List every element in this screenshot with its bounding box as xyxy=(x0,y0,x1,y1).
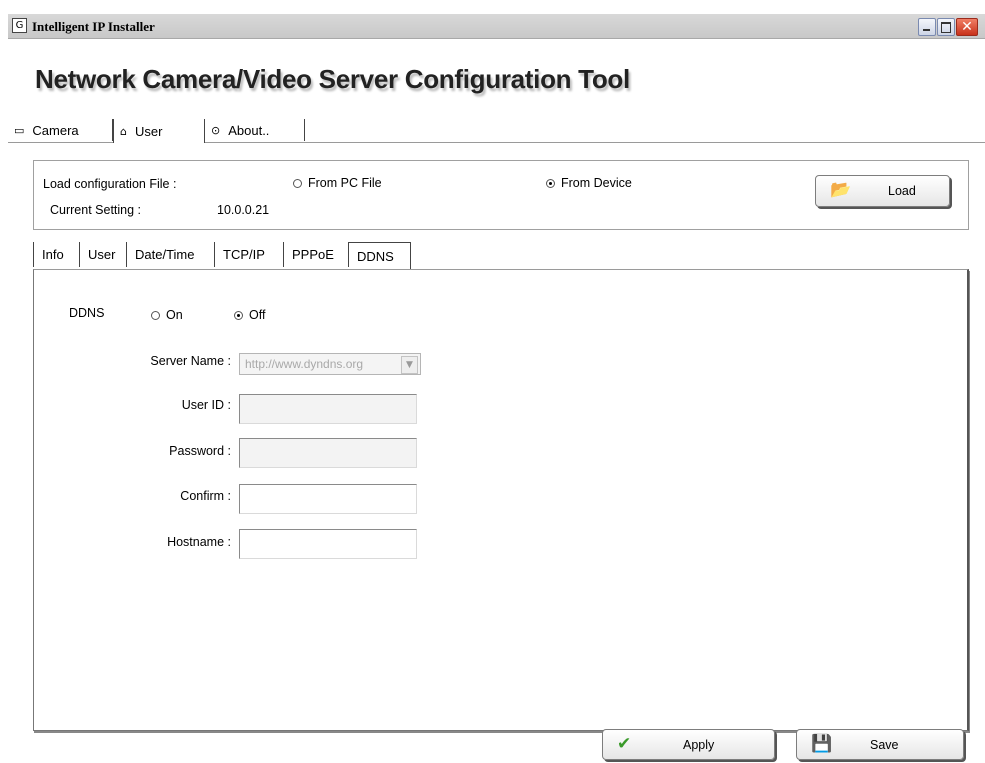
current-setting-label: Current Setting : xyxy=(50,203,142,217)
radio-indicator xyxy=(234,310,243,320)
user-id-field[interactable] xyxy=(239,394,417,424)
current-setting-value: 10.0.0.21 xyxy=(217,203,270,217)
tab-user[interactable]: ⌂ User xyxy=(113,119,205,143)
tab-ddns[interactable]: DDNS xyxy=(349,242,411,270)
tab-date-time[interactable]: Date/Time xyxy=(127,242,215,267)
user-icon: ⌂ xyxy=(120,124,127,138)
load-config-label: Load configuration File : xyxy=(43,177,177,191)
radio-indicator xyxy=(293,178,302,188)
load-button[interactable]: 📂 Load xyxy=(815,175,950,207)
user-id-label: User ID : xyxy=(181,398,231,412)
confirm-label: Confirm : xyxy=(180,489,231,503)
hostname-field[interactable] xyxy=(239,529,417,559)
apply-button[interactable]: ✔ Apply xyxy=(602,729,775,760)
tab-label: Camera xyxy=(32,122,79,138)
from-device-radio[interactable]: From Device xyxy=(546,176,632,190)
tab-user-settings[interactable]: User xyxy=(80,242,127,267)
radio-label: From PC File xyxy=(308,176,382,190)
radio-indicator xyxy=(546,178,555,188)
tab-info[interactable]: Info xyxy=(33,242,80,267)
chevron-down-icon[interactable]: ▼ xyxy=(401,356,418,374)
server-name-label: Server Name : xyxy=(150,354,231,368)
save-icon: 💾 xyxy=(811,734,833,754)
ddns-off-radio[interactable]: Off xyxy=(234,308,265,322)
password-label: Password : xyxy=(169,444,231,458)
radio-label: From Device xyxy=(561,176,632,190)
app-window: G Intelligent IP Installer ✕ Network Cam… xyxy=(8,14,985,763)
ddns-on-radio[interactable]: On xyxy=(151,308,183,322)
window-title: Intelligent IP Installer xyxy=(32,19,155,34)
camera-icon: ▭ xyxy=(14,123,25,137)
footer-actions: ✔ Apply 💾 Save xyxy=(8,727,985,763)
radio-label: Off xyxy=(249,308,266,322)
tab-pppoe[interactable]: PPPoE xyxy=(284,242,349,267)
maximize-button[interactable] xyxy=(937,18,955,36)
ddns-panel: DDNS On Off Server Name : http://www.dyn… xyxy=(33,269,969,731)
hostname-label: Hostname : xyxy=(167,535,231,549)
save-button[interactable]: 💾 Save xyxy=(796,729,964,760)
title-bar: G Intelligent IP Installer ✕ xyxy=(8,14,985,39)
tab-about[interactable]: ⊙ About.. xyxy=(205,119,305,141)
checkmark-icon: ✔ xyxy=(617,734,632,754)
close-button[interactable]: ✕ xyxy=(956,18,978,36)
save-button-label: Save xyxy=(870,738,899,752)
password-field[interactable] xyxy=(239,438,417,468)
load-icon: 📂 xyxy=(830,180,852,200)
confirm-field[interactable] xyxy=(239,484,417,514)
app-icon: G xyxy=(12,18,27,33)
radio-label: On xyxy=(166,308,183,322)
radio-indicator xyxy=(151,310,160,320)
tab-label: User xyxy=(134,123,163,139)
tab-camera[interactable]: ▭ Camera xyxy=(8,119,113,141)
app-heading: Network Camera/Video Server Configuratio… xyxy=(35,64,630,94)
info-icon: ⊙ xyxy=(211,123,221,137)
load-config-section: Load configuration File : Current Settin… xyxy=(33,160,969,230)
tab-tcp-ip[interactable]: TCP/IP xyxy=(215,242,284,267)
tab-label: About.. xyxy=(228,122,270,138)
from-pc-file-radio[interactable]: From PC File xyxy=(293,176,382,190)
ddns-label: DDNS xyxy=(69,306,105,320)
load-button-label: Load xyxy=(888,184,916,198)
minimize-button[interactable] xyxy=(918,18,936,36)
server-name-select[interactable]: http://www.dyndns.org ▼ xyxy=(239,353,421,375)
settings-tab-bar: Info User Date/Time TCP/IP PPPoE DDNS xyxy=(33,242,967,270)
server-name-value: http://www.dyndns.org xyxy=(245,357,364,371)
main-tab-bar: ▭ Camera ⌂ User ⊙ About.. xyxy=(8,119,985,143)
apply-button-label: Apply xyxy=(683,738,715,752)
